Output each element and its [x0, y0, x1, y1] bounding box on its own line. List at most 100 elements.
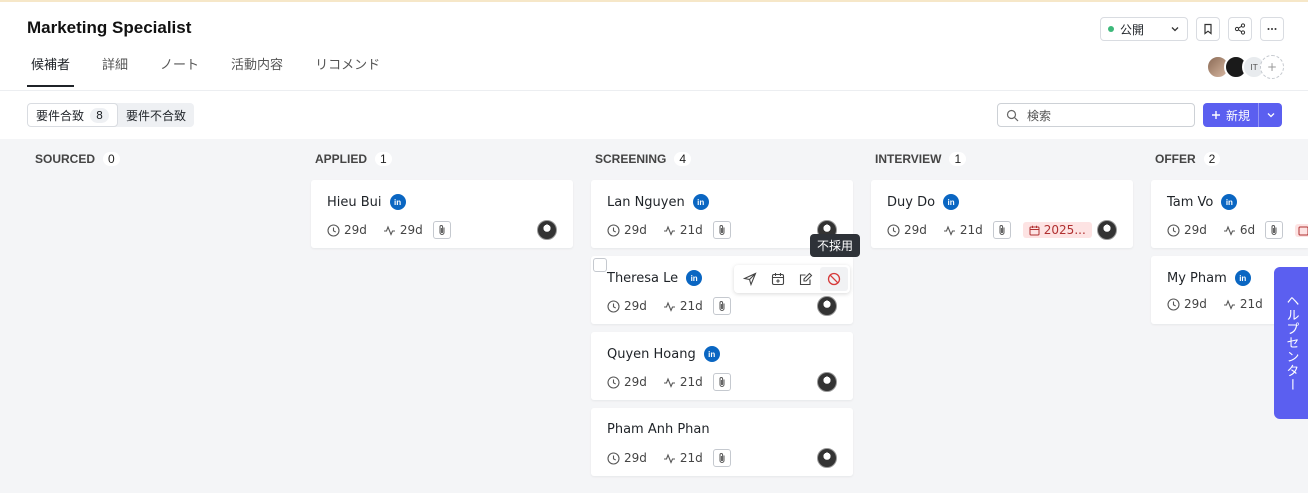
select-checkbox[interactable]	[593, 258, 607, 272]
attachment-button[interactable]	[1265, 221, 1284, 239]
time-in-pipeline: 29d	[1184, 297, 1207, 311]
clock-icon	[887, 223, 900, 237]
candidate-name: Tam Vo	[1167, 194, 1214, 210]
candidate-card-hovered[interactable]: Theresa Le in 29d 21d	[591, 256, 853, 324]
share-icon	[1234, 23, 1246, 35]
interview-date: 2025...	[1043, 223, 1086, 237]
activity-icon	[1223, 224, 1235, 236]
column-header: APPLIED 1	[315, 152, 392, 166]
avatar	[1097, 220, 1117, 240]
tab-details[interactable]: 詳細	[98, 54, 132, 83]
visibility-select[interactable]: 公開	[1100, 17, 1188, 41]
column-title: APPLIED	[315, 152, 368, 166]
team-avatars[interactable]: IT +	[1206, 55, 1284, 79]
send-button[interactable]	[736, 267, 764, 291]
bookmark-button[interactable]	[1196, 17, 1220, 41]
tab-activity[interactable]: 活動内容	[227, 54, 287, 83]
column-header: INTERVIEW 1	[875, 152, 967, 166]
candidate-name-row: Quyen Hoang in	[607, 346, 720, 362]
linkedin-icon[interactable]: in	[1221, 194, 1238, 210]
column-header: OFFER 2	[1155, 152, 1221, 166]
add-member-button[interactable]: +	[1260, 55, 1284, 79]
clock-icon	[607, 451, 620, 465]
last-activity: 6d	[1239, 223, 1256, 237]
linkedin-icon[interactable]: in	[943, 194, 960, 210]
page-title: Marketing Specialist	[27, 18, 192, 37]
header-actions: 公開	[1100, 17, 1284, 41]
share-button[interactable]	[1228, 17, 1252, 41]
tab-notes[interactable]: ノート	[156, 54, 203, 83]
reject-button[interactable]	[820, 267, 848, 291]
candidate-name: Duy Do	[887, 194, 936, 210]
avatar	[537, 220, 557, 240]
last-activity: 21d	[679, 375, 703, 389]
last-activity: 29d	[399, 223, 423, 237]
activity-icon	[663, 300, 675, 312]
linkedin-icon[interactable]: in	[703, 346, 720, 362]
time-in-pipeline: 29d	[904, 223, 927, 237]
new-button[interactable]: 新規	[1203, 103, 1258, 127]
requirement-filter: 要件合致 8 要件不合致	[27, 103, 195, 127]
pipeline-board: SOURCED 0 APPLIED 1 Hieu Bui in 29d 29d	[0, 139, 1308, 493]
attachment-button[interactable]	[712, 297, 731, 315]
new-dropdown-button[interactable]	[1258, 103, 1282, 127]
candidate-meta: 29d 6d	[1167, 221, 1308, 239]
candidate-meta: 29d 29d	[327, 221, 451, 239]
candidate-card[interactable]: Pham Anh Phan 29d 21d	[591, 408, 853, 476]
attachment-button[interactable]	[992, 221, 1011, 239]
paperclip-icon	[719, 453, 725, 463]
help-center-label: ヘルプセンター	[1283, 294, 1299, 392]
candidate-name-row: Pham Anh Phan	[607, 422, 710, 437]
activity-icon	[383, 224, 395, 236]
chevron-down-icon	[1267, 113, 1274, 118]
time-in-pipeline: 29d	[1184, 223, 1207, 237]
activity-icon	[663, 452, 675, 464]
linkedin-icon[interactable]: in	[692, 194, 709, 210]
last-activity: 21d	[1239, 297, 1263, 311]
tab-recommend[interactable]: リコメンド	[311, 54, 384, 83]
interview-date-chip[interactable]: 2025...	[1022, 222, 1092, 238]
time-in-pipeline: 29d	[344, 223, 367, 237]
candidate-name-row: Hieu Bui in	[327, 194, 406, 210]
filter-match-count: 8	[90, 107, 110, 123]
help-center-button[interactable]: ヘルプセンター	[1274, 267, 1308, 419]
new-button-group: 新規	[1203, 103, 1283, 127]
filter-mismatch[interactable]: 要件不合致	[118, 103, 194, 127]
schedule-button[interactable]	[764, 267, 792, 291]
linkedin-icon[interactable]: in	[1234, 270, 1251, 286]
search-input[interactable]: 検索	[997, 103, 1195, 127]
attachment-button[interactable]	[712, 221, 731, 239]
send-icon	[743, 272, 757, 286]
attachment-button[interactable]	[432, 221, 451, 239]
linkedin-icon[interactable]: in	[686, 270, 703, 286]
candidate-card[interactable]: Quyen Hoang in 29d 21d	[591, 332, 853, 400]
more-button[interactable]	[1260, 17, 1284, 41]
attachment-button[interactable]	[712, 449, 731, 467]
filter-match[interactable]: 要件合致 8	[27, 103, 119, 127]
candidate-name: Pham Anh Phan	[607, 422, 710, 437]
column-title: INTERVIEW	[875, 152, 942, 166]
candidate-card[interactable]: Hieu Bui in 29d 29d	[311, 180, 573, 248]
avatar	[817, 448, 837, 468]
candidate-card[interactable]: Duy Do in 29d 21d 2025...	[871, 180, 1133, 248]
paperclip-icon	[719, 377, 725, 387]
clock-icon	[327, 223, 340, 237]
tab-bar: 候補者 詳細 ノート 活動内容 リコメンド	[27, 54, 408, 87]
candidate-name: My Pham	[1167, 270, 1227, 286]
paperclip-icon	[719, 225, 725, 235]
note-button[interactable]	[792, 267, 820, 291]
plus-icon	[1212, 111, 1220, 119]
attachment-button[interactable]	[712, 373, 731, 391]
tab-candidates[interactable]: 候補者	[27, 54, 75, 87]
activity-icon	[1223, 298, 1235, 310]
candidate-card[interactable]: Tam Vo in 29d 6d	[1151, 180, 1308, 248]
last-activity: 21d	[679, 299, 703, 313]
candidate-name-row: Theresa Le in	[607, 270, 703, 286]
column-count: 1	[375, 152, 392, 166]
column-count: 0	[103, 152, 120, 166]
linkedin-icon[interactable]: in	[389, 194, 406, 210]
candidate-meta: 29d 21d	[607, 449, 731, 467]
candidate-name: Theresa Le	[607, 270, 679, 286]
activity-icon	[663, 224, 675, 236]
date-chip[interactable]	[1295, 223, 1308, 237]
